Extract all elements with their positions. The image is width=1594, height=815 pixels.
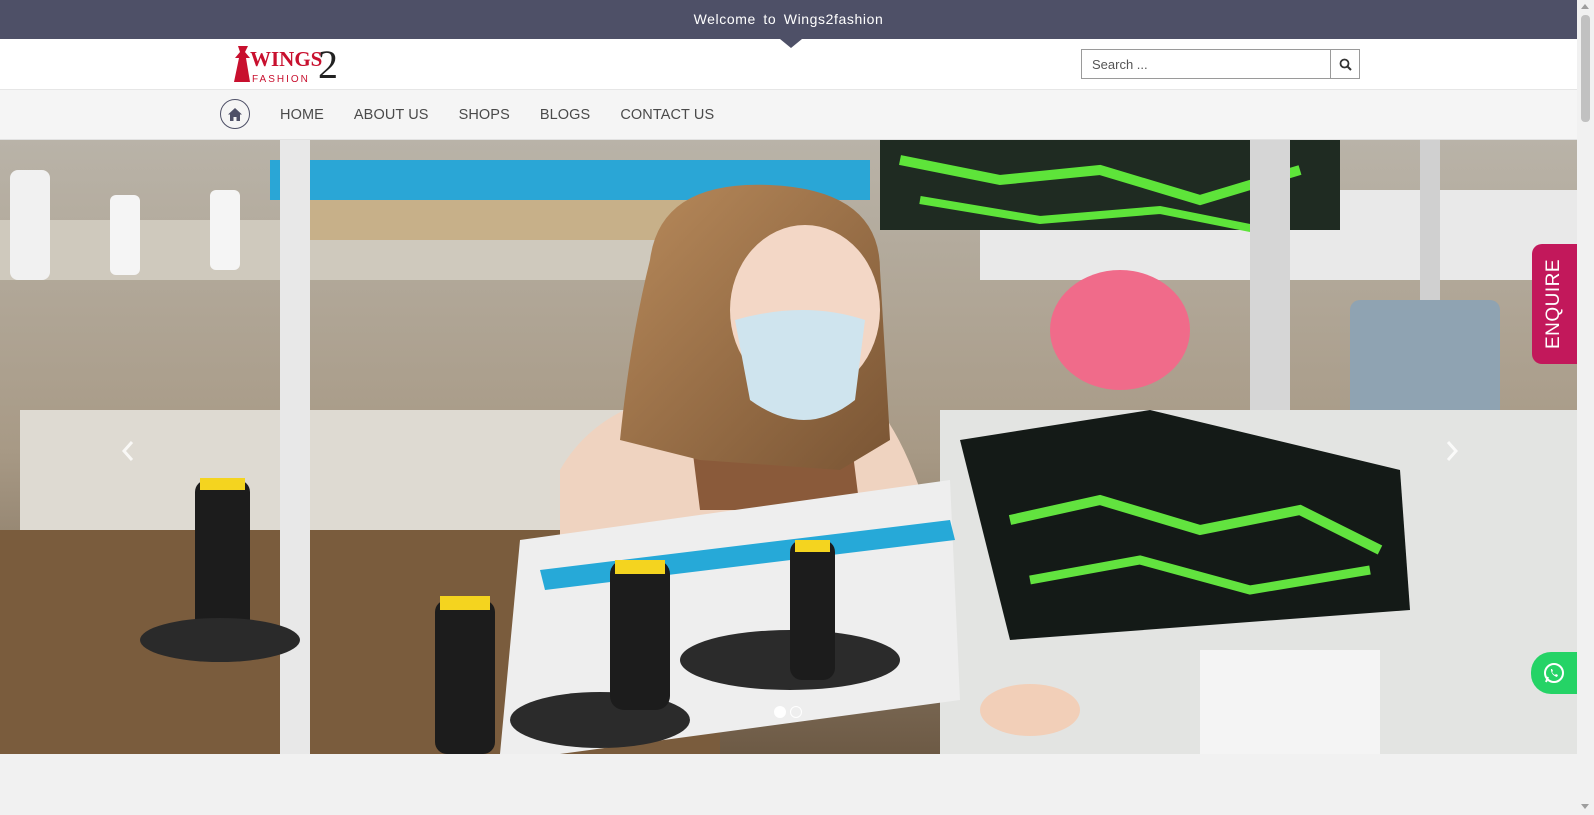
search-input[interactable] <box>1082 50 1331 78</box>
home-button[interactable] <box>220 99 250 129</box>
search-icon <box>1339 58 1352 71</box>
whatsapp-button[interactable] <box>1531 652 1577 694</box>
whatsapp-icon <box>1544 663 1564 683</box>
main-nav: HOME ABOUT US SHOPS BLOGS CONTACT US <box>0 90 1577 140</box>
nav-item-contact-us[interactable]: CONTACT US <box>620 107 714 123</box>
welcome-bar-notch <box>780 39 802 48</box>
slider-next-button[interactable] <box>1437 436 1467 466</box>
scroll-thumb[interactable] <box>1581 15 1590 122</box>
site-logo[interactable]: WINGS FASHION 2 <box>228 44 352 86</box>
nav-items: HOME ABOUT US SHOPS BLOGS CONTACT US <box>280 90 744 140</box>
welcome-text: Welcome to Wings2fashion <box>693 11 884 27</box>
chevron-left-icon <box>121 441 134 461</box>
slider-indicators <box>774 706 802 718</box>
page-scrollbar[interactable] <box>1577 0 1594 815</box>
search-box <box>1081 49 1360 79</box>
slider-dot-2[interactable] <box>790 706 802 718</box>
search-button[interactable] <box>1330 50 1359 78</box>
home-icon <box>228 107 242 121</box>
slider-dot-1[interactable] <box>774 706 786 718</box>
logo-bottom-word: FASHION <box>252 74 310 85</box>
logo-top-word: WINGS <box>250 47 322 71</box>
nav-item-blogs[interactable]: BLOGS <box>540 107 590 123</box>
content-area <box>0 754 1577 815</box>
slider-prev-button[interactable] <box>113 436 143 466</box>
nav-item-shops[interactable]: SHOPS <box>459 107 510 123</box>
enquire-label: ENQUIRE <box>1543 258 1565 350</box>
scroll-up-arrow[interactable] <box>1581 4 1589 9</box>
page: Welcome to Wings2fashion WINGS FASHION 2 <box>0 0 1594 815</box>
welcome-bar: Welcome to Wings2fashion <box>0 0 1577 39</box>
logo-digit: 2 <box>318 44 338 86</box>
scroll-down-arrow[interactable] <box>1581 804 1589 809</box>
chevron-right-icon <box>1446 441 1459 461</box>
enquire-tab[interactable]: ENQUIRE <box>1532 244 1577 364</box>
nav-item-home[interactable]: HOME <box>280 107 324 123</box>
nav-item-about-us[interactable]: ABOUT US <box>354 107 429 123</box>
hero-slider <box>0 140 1577 754</box>
hero-image <box>0 140 1577 754</box>
